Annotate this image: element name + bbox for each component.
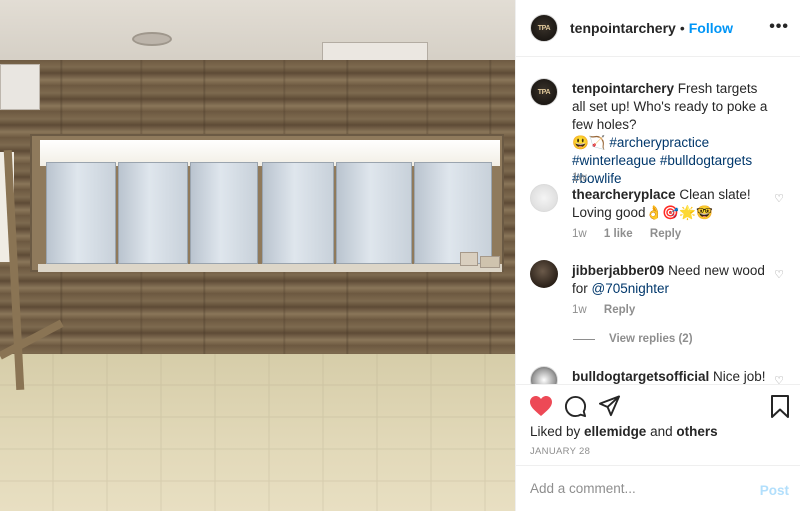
archery-target [262, 162, 334, 264]
heart-outline-icon[interactable]: ♡ [774, 192, 784, 205]
post-photo[interactable] [0, 0, 515, 511]
mention-link[interactable]: @705nighter [592, 281, 670, 296]
caption-username[interactable]: tenpointarchery [572, 81, 674, 96]
post-sidebar: TPA tenpointarchery • Follow ••• TPA ten… [515, 0, 800, 511]
comment-likes[interactable]: 1 like [604, 228, 633, 240]
replies-divider [573, 338, 595, 340]
avatar[interactable] [530, 184, 558, 212]
caption: TPA tenpointarchery Fresh targets all se… [530, 78, 790, 186]
more-options-icon[interactable]: ••• [769, 18, 789, 36]
follow-button[interactable]: Follow [689, 20, 733, 36]
comment-time[interactable]: 1w [572, 228, 587, 240]
archery-target [190, 162, 258, 264]
comment: bulldogtargetsofficial Nice job! ♡ [530, 366, 790, 384]
comment: thearcheryplace Clean slate! Loving good… [530, 184, 790, 244]
comment-text: jibberjabber09 Need new wood for @705nig… [572, 262, 772, 298]
archery-target [46, 162, 116, 264]
avatar[interactable] [530, 260, 558, 288]
comment-time[interactable]: 1w [572, 304, 587, 316]
comment-body: Nice job! [713, 369, 766, 384]
avatar-logo-text: TPA [537, 88, 551, 96]
archery-target [118, 162, 188, 264]
comments-list[interactable]: TPA tenpointarchery Fresh targets all se… [516, 58, 800, 384]
avatar-logo-text: TPA [537, 24, 551, 32]
hashtag[interactable]: #bulldogtargets [660, 153, 752, 168]
avatar[interactable]: TPA [530, 78, 558, 106]
comment-text: thearcheryplace Clean slate! Loving good… [572, 186, 772, 222]
caption-text: tenpointarchery Fresh targets all set up… [572, 80, 772, 188]
comment-input[interactable] [530, 481, 750, 496]
avatar[interactable]: TPA [530, 14, 558, 42]
heart-filled-icon[interactable] [529, 395, 553, 417]
floor-tiles [0, 354, 515, 511]
liked-by-prefix: Liked by [530, 424, 585, 439]
add-comment-bar: Post [516, 465, 800, 511]
caption-time[interactable]: 1w [572, 172, 587, 184]
likes-summary: Liked by ellemidge and others [530, 424, 718, 439]
view-replies-label: View replies (2) [609, 333, 693, 345]
heart-outline-icon[interactable]: ♡ [774, 268, 784, 281]
view-replies-button[interactable]: View replies (2) [573, 333, 693, 345]
archery-target [414, 162, 492, 264]
small-box [480, 256, 500, 268]
share-icon[interactable] [598, 395, 621, 417]
small-box [460, 252, 478, 266]
archery-target [336, 162, 412, 264]
wall-unit [0, 64, 40, 110]
liked-by-and: and [646, 424, 677, 439]
heart-outline-icon[interactable]: ♡ [774, 374, 784, 384]
action-bar [516, 384, 800, 426]
separator-dot: • [679, 20, 685, 36]
comment-username[interactable]: bulldogtargetsofficial [572, 369, 709, 384]
comment-username[interactable]: thearcheryplace [572, 187, 676, 202]
liked-by-others[interactable]: others [676, 424, 717, 439]
ceiling-light [132, 32, 172, 46]
reply-button[interactable]: Reply [604, 304, 635, 316]
bookmark-icon[interactable] [770, 395, 790, 419]
caption-emoji: 😃🏹 [572, 135, 606, 150]
post-date[interactable]: JANUARY 28 [530, 446, 590, 457]
hashtag[interactable]: #archerypractice [609, 135, 709, 150]
comment-meta: 1w 1 like Reply [572, 228, 681, 240]
comment-meta: 1w Reply [572, 304, 635, 316]
liked-by-user[interactable]: ellemidge [584, 424, 646, 439]
comment-text: bulldogtargetsofficial Nice job! [572, 368, 782, 384]
comment-icon[interactable] [564, 395, 587, 418]
post-header: TPA tenpointarchery • Follow ••• [516, 0, 800, 57]
avatar[interactable] [530, 366, 558, 384]
hashtag[interactable]: #winterleague [572, 153, 656, 168]
target-shelf [38, 264, 502, 272]
reply-button[interactable]: Reply [650, 228, 681, 240]
post-button[interactable]: Post [760, 483, 789, 498]
post-username[interactable]: tenpointarchery [570, 20, 676, 36]
comment-username[interactable]: jibberjabber09 [572, 263, 664, 278]
comment: jibberjabber09 Need new wood for @705nig… [530, 260, 790, 350]
